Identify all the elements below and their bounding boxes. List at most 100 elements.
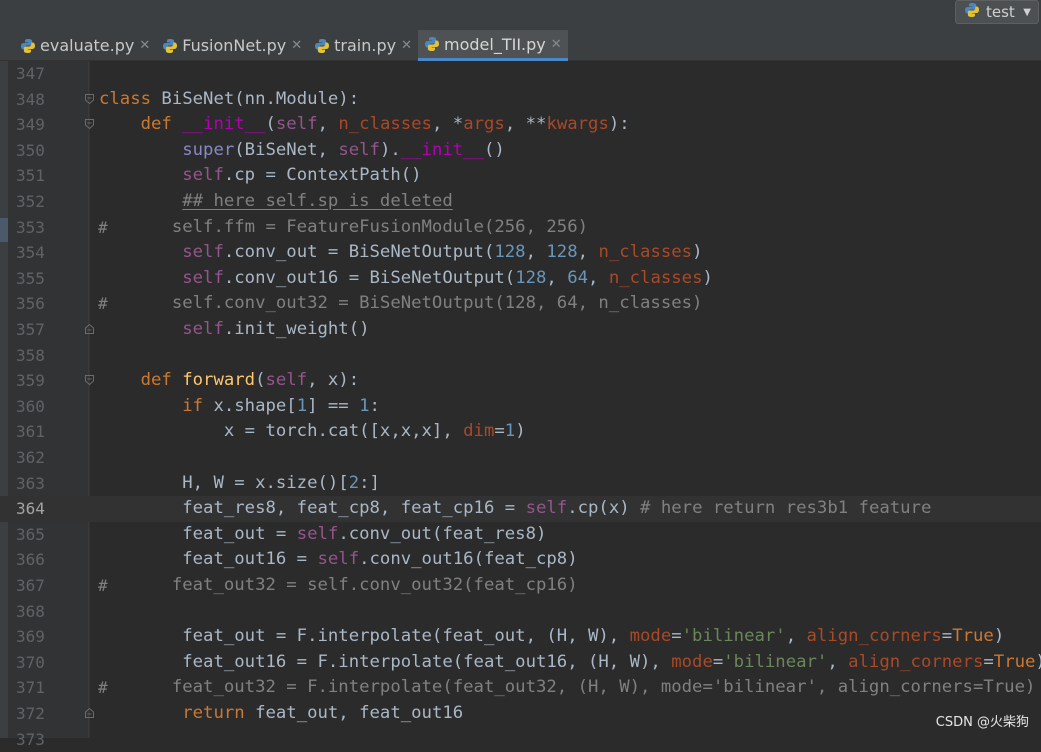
tab-model-tii[interactable]: model_TII.py ✕ xyxy=(418,30,568,61)
code-text: super(BiSeNet, self).__init__() xyxy=(182,139,505,160)
line-number: 370 xyxy=(16,652,45,672)
watermark: CSDN @火柴狗 xyxy=(935,715,1029,730)
code-text: feat_out32 = self.conv_out32(feat_cp16) xyxy=(99,575,578,595)
line-number: 356 xyxy=(16,294,45,314)
code-line[interactable]: 362 xyxy=(0,445,1041,471)
code-line[interactable]: 372 return feat_out, feat_out16 xyxy=(0,701,1041,727)
close-icon[interactable]: ✕ xyxy=(551,37,562,52)
python-file-icon xyxy=(163,38,178,53)
line-number: 365 xyxy=(16,524,45,544)
code-line[interactable]: 360 if x.shape[1] == 1: xyxy=(0,394,1041,420)
fold-open-icon[interactable] xyxy=(85,375,94,386)
line-number: 350 xyxy=(16,140,45,160)
code-line[interactable]: 349 def __init__(self, n_classes, *args,… xyxy=(0,112,1041,138)
line-number: 366 xyxy=(16,550,45,570)
code-line[interactable]: 364 feat_res8, feat_cp8, feat_cp16 = sel… xyxy=(0,496,1041,522)
code-line[interactable]: 368 xyxy=(0,599,1041,625)
code-line[interactable]: 370 feat_out16 = F.interpolate(feat_out1… xyxy=(0,650,1041,676)
code-text: self.conv_out16 = BiSeNetOutput(128, 64,… xyxy=(182,267,713,288)
code-line[interactable]: 355 self.conv_out16 = BiSeNetOutput(128,… xyxy=(0,266,1041,292)
line-number: 369 xyxy=(16,627,45,647)
code-line[interactable]: 366 feat_out16 = self.conv_out16(feat_cp… xyxy=(0,547,1041,573)
line-number: 368 xyxy=(16,601,45,621)
code-text: feat_res8, feat_cp8, feat_cp16 = self.cp… xyxy=(99,498,932,519)
code-text: def __init__(self, n_classes, *args, **k… xyxy=(140,114,630,135)
code-text: if x.shape[1] == 1: xyxy=(182,395,380,416)
code-line[interactable]: 357 self.init_weight() xyxy=(0,317,1041,343)
line-number: 359 xyxy=(16,371,45,391)
code-line[interactable]: 356 # self.conv_out32 = BiSeNetOutput(128… xyxy=(0,291,1041,317)
code-text: feat_out = self.conv_out(feat_res8) xyxy=(99,523,547,544)
python-file-icon xyxy=(21,38,35,53)
code-line[interactable]: 373 xyxy=(0,727,1041,752)
line-number: 355 xyxy=(16,268,45,288)
line-number: 352 xyxy=(16,192,45,211)
code-line[interactable]: 365 feat_out = self.conv_out(feat_res8) xyxy=(0,522,1041,548)
code-line[interactable]: 353 # self.ffm = FeatureFusionModule(256,… xyxy=(0,215,1041,241)
code-text: self.ffm = FeatureFusionModule(256, 256) xyxy=(99,216,588,237)
tab-evaluate[interactable]: evaluate.py ✕ xyxy=(14,30,156,61)
fold-end-icon[interactable] xyxy=(85,708,94,718)
chevron-down-icon: ▼ xyxy=(1023,6,1031,18)
code-line[interactable]: 354 self.conv_out = BiSeNetOutput(128, 1… xyxy=(0,240,1041,266)
tab-label: evaluate.py xyxy=(40,36,135,55)
line-number: 372 xyxy=(16,704,45,723)
code-text: return feat_out, feat_out16 xyxy=(182,703,464,723)
code-text: self.conv_out32 = BiSeNetOutput(128, 64,… xyxy=(99,293,703,314)
line-number: 371 xyxy=(16,678,45,698)
code-text: H, W = x.size()[2:] xyxy=(99,472,380,493)
line-number: 367 xyxy=(16,576,45,595)
code-line[interactable]: 363 H, W = x.size()[2:] xyxy=(0,471,1041,497)
line-number: 361 xyxy=(16,422,45,442)
code-line[interactable]: 359 def forward(self, x): xyxy=(0,368,1041,394)
line-number: 353 xyxy=(16,217,45,237)
run-config-label: test xyxy=(986,3,1015,21)
code-line[interactable]: 347 xyxy=(0,61,1041,87)
code-line[interactable]: 369 feat_out = F.interpolate(feat_out, (… xyxy=(0,624,1041,650)
code-line[interactable]: 348 class BiSeNet(nn.Module): xyxy=(0,87,1041,113)
code-text: feat_out = F.interpolate(feat_out, (H, W… xyxy=(99,626,1005,647)
code-text: feat_out16 = self.conv_out16(feat_cp8) xyxy=(99,549,578,570)
line-number: 364 xyxy=(16,499,45,519)
code-text: feat_out16 = F.interpolate(feat_out16, (… xyxy=(99,651,1041,672)
tab-label: train.py xyxy=(334,36,397,55)
line-number: 348 xyxy=(16,89,45,109)
code-line[interactable]: 371 # feat_out32 = F.interpolate(feat_out… xyxy=(0,675,1041,701)
close-icon[interactable]: ✕ xyxy=(401,38,412,53)
code-text: self.init_weight() xyxy=(182,319,370,339)
line-number: 373 xyxy=(16,729,45,749)
line-number: 358 xyxy=(16,345,45,365)
line-number: 349 xyxy=(16,115,45,135)
code-text: feat_out32 = F.interpolate(feat_out32, (… xyxy=(99,677,1036,698)
tab-label: model_TII.py xyxy=(444,34,546,54)
python-icon xyxy=(964,2,980,22)
code-line[interactable]: 361 x = torch.cat([x,x,x], dim=1) xyxy=(0,419,1041,445)
code-line[interactable]: 352 ## here self.sp is deleted xyxy=(0,189,1041,215)
code-text: class BiSeNet(nn.Module): xyxy=(99,88,360,109)
code-line[interactable]: 350 super(BiSeNet, self).__init__() xyxy=(0,138,1041,164)
code-line[interactable]: 351 self.cp = ContextPath() xyxy=(0,163,1041,189)
top-toolbar: test ▼ xyxy=(0,0,1041,30)
code-text: self.conv_out = BiSeNetOutput(128, 128, … xyxy=(182,242,703,263)
line-number: 347 xyxy=(16,64,45,83)
line-number: 357 xyxy=(16,320,45,339)
line-number: 351 xyxy=(16,166,45,186)
tab-train[interactable]: train.py ✕ xyxy=(308,30,418,61)
code-line[interactable]: 367 # feat_out32 = self.conv_out32(feat_c… xyxy=(0,573,1041,599)
tab-fusionnet[interactable]: FusionNet.py ✕ xyxy=(156,30,308,61)
code-text: x = torch.cat([x,x,x], dim=1) xyxy=(99,421,526,442)
code-text: self.cp = ContextPath() xyxy=(182,165,422,186)
python-file-icon xyxy=(315,38,330,53)
line-number: 363 xyxy=(16,473,45,493)
code-text: ## here self.sp is deleted xyxy=(182,191,453,211)
close-icon[interactable]: ✕ xyxy=(291,38,302,53)
line-number: 362 xyxy=(16,448,45,467)
run-configuration-dropdown[interactable]: test ▼ xyxy=(955,0,1039,24)
code-text: def forward(self, x): xyxy=(140,370,360,391)
code-editor[interactable]: 347 348 class BiSeNet(nn.Module): 349 def _… xyxy=(0,61,1041,749)
close-icon[interactable]: ✕ xyxy=(139,38,150,53)
code-line[interactable]: 358 xyxy=(0,343,1041,369)
fold-open-icon[interactable] xyxy=(85,119,94,130)
fold-end-icon[interactable] xyxy=(85,324,94,334)
fold-open-icon[interactable] xyxy=(85,93,94,104)
